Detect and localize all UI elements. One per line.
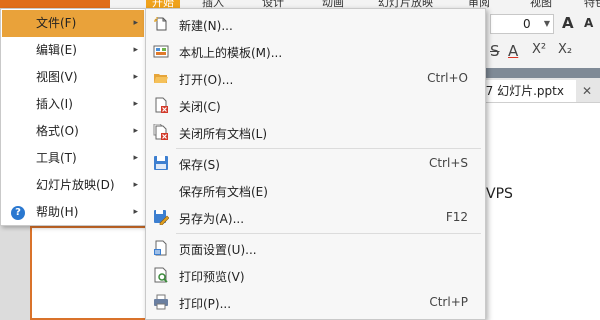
menu-item-format[interactable]: 格式(O) ▸ — [2, 118, 144, 145]
menu-item-label: 格式(O) — [36, 124, 79, 138]
submenu-item-label: 关闭所有文档(L) — [179, 127, 268, 141]
submenu-item-label: 另存为(A)... — [179, 212, 245, 226]
document-tab[interactable]: 07 幻灯片.pptx — [486, 80, 576, 102]
chevron-right-icon: ▸ — [133, 207, 138, 217]
submenu-item-close-all[interactable]: 关闭所有文档(L) — [147, 119, 484, 146]
slide-canvas[interactable] — [486, 103, 600, 320]
close-icon[interactable]: ✕ — [582, 84, 592, 98]
menu-item-label: 文件(F) — [36, 16, 77, 30]
chevron-right-icon: ▸ — [133, 99, 138, 109]
submenu-item-label: 打印(P)... — [179, 297, 232, 311]
page-setup-icon — [154, 240, 167, 256]
menu-item-label: 视图(V) — [36, 70, 78, 84]
wps-app-menu-button[interactable] — [0, 0, 110, 8]
submenu-item-label: 打开(O)... — [179, 73, 234, 87]
menu-item-help[interactable]: ? 帮助(H) ▸ — [2, 199, 144, 226]
template-icon — [153, 45, 169, 58]
submenu-item-save-all[interactable]: 保存所有文档(E) — [147, 177, 484, 204]
strikethrough-icon[interactable]: S — [490, 42, 500, 60]
submenu-item-open[interactable]: 打开(O)... Ctrl+O — [147, 65, 484, 92]
print-preview-icon — [154, 267, 168, 283]
submenu-item-page-setup[interactable]: 页面设置(U)... — [147, 235, 484, 262]
menu-item-edit[interactable]: 编辑(E) ▸ — [2, 37, 144, 64]
slide-thumbnail[interactable] — [30, 226, 150, 320]
submenu-item-local-template[interactable]: 本机上的模板(M)... — [147, 38, 484, 65]
new-file-icon — [154, 17, 167, 31]
help-icon: ? — [11, 206, 25, 220]
menu-item-view[interactable]: 视图(V) ▸ — [2, 64, 144, 91]
chevron-right-icon: ▸ — [133, 72, 138, 82]
submenu-item-print[interactable]: 打印(P)... Ctrl+P — [147, 289, 484, 316]
file-submenu: 新建(N)... 本机上的模板(M)... 打开(O)... Ctrl+O 关闭… — [145, 8, 486, 320]
print-icon — [154, 294, 168, 310]
menu-item-label: 幻灯片放映(D) — [36, 178, 115, 192]
close-doc-icon — [155, 97, 168, 113]
menu-item-label: 帮助(H) — [36, 205, 79, 219]
main-menu: 文件(F) ▸ 编辑(E) ▸ 视图(V) ▸ 插入(I) ▸ 格式(O) ▸ … — [0, 8, 146, 226]
submenu-item-label: 新建(N)... — [179, 19, 233, 33]
submenu-item-save-as[interactable]: 另存为(A)... F12 — [147, 204, 484, 231]
menu-item-label: 工具(T) — [36, 151, 77, 165]
menu-item-tools[interactable]: 工具(T) ▸ — [2, 145, 144, 172]
close-all-icon — [153, 124, 168, 140]
submenu-item-label: 页面设置(U)... — [179, 243, 257, 257]
subscript-icon[interactable]: X₂ — [558, 42, 572, 57]
submenu-item-save[interactable]: 保存(S) Ctrl+S — [147, 150, 484, 177]
save-as-icon — [154, 210, 169, 225]
shortcut-text: F12 — [445, 210, 468, 224]
submenu-item-label: 保存(S) — [179, 158, 220, 172]
submenu-item-label: 本机上的模板(M)... — [179, 46, 283, 60]
submenu-item-label: 关闭(C) — [179, 100, 221, 114]
shortcut-text: Ctrl+S — [428, 156, 468, 170]
menu-item-label: 编辑(E) — [36, 43, 77, 57]
chevron-down-icon: ▼ — [543, 19, 550, 28]
document-tab-title: 07 幻灯片.pptx — [486, 84, 564, 98]
chevron-right-icon: ▸ — [133, 18, 138, 28]
submenu-item-new[interactable]: 新建(N)... — [147, 11, 484, 38]
menu-item-slideshow[interactable]: 幻灯片放映(D) ▸ — [2, 172, 144, 199]
open-folder-icon — [154, 74, 168, 83]
submenu-item-label: 保存所有文档(E) — [179, 185, 268, 199]
shortcut-text: Ctrl+P — [429, 295, 468, 309]
save-icon — [154, 156, 168, 170]
grow-font-icon[interactable]: A — [562, 14, 574, 32]
font-size-select[interactable]: 0 ▼ — [490, 14, 554, 34]
menu-item-insert[interactable]: 插入(I) ▸ — [2, 91, 144, 118]
font-size-value: 0 — [523, 17, 531, 31]
chevron-right-icon: ▸ — [133, 153, 138, 163]
submenu-item-print-preview[interactable]: 打印预览(V) — [147, 262, 484, 289]
menu-item-file[interactable]: 文件(F) ▸ — [2, 10, 144, 37]
slide-text: VPS — [486, 186, 513, 202]
submenu-item-label: 打印预览(V) — [179, 270, 245, 284]
menu-separator — [176, 148, 481, 149]
superscript-icon[interactable]: X² — [532, 42, 546, 57]
submenu-item-close[interactable]: 关闭(C) — [147, 92, 484, 119]
menu-item-label: 插入(I) — [36, 97, 73, 111]
menu-separator — [176, 233, 481, 234]
font-color-icon[interactable]: A — [508, 42, 518, 60]
chevron-right-icon: ▸ — [133, 45, 138, 55]
chevron-right-icon: ▸ — [133, 126, 138, 136]
chevron-right-icon: ▸ — [133, 180, 138, 190]
shortcut-text: Ctrl+O — [427, 71, 468, 85]
shrink-font-icon[interactable]: A — [584, 16, 593, 30]
